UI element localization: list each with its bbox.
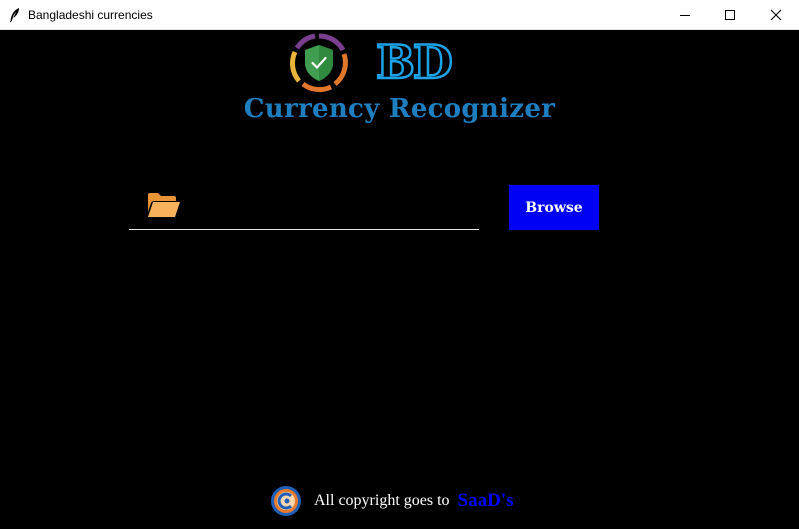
minimize-button[interactable] [662, 0, 707, 29]
bd-logo-text: BD [375, 35, 454, 89]
page-title: Currency Recognizer [243, 94, 556, 124]
author-logo-icon [271, 486, 301, 516]
main-content: BD Currency Recognizer Browse All copyri… [0, 30, 799, 529]
input-underline [129, 229, 479, 230]
window-title: Bangladeshi currencies [28, 8, 153, 22]
close-icon [770, 9, 781, 20]
author-name: SaaD's [457, 490, 514, 511]
file-path-input[interactable] [190, 190, 480, 228]
close-button[interactable] [753, 0, 798, 29]
maximize-button[interactable] [707, 0, 752, 29]
copyright-text: All copyright goes to [314, 492, 450, 509]
footer: All copyright goes to SaaD's [270, 485, 514, 517]
shield-check-icon [289, 33, 348, 93]
folder-open-icon [148, 193, 180, 217]
app-window: Bangladeshi currencies BD Currency Recog… [0, 0, 799, 529]
browse-button[interactable]: Browse [509, 185, 599, 230]
feather-icon [10, 8, 19, 23]
title-bar[interactable]: Bangladeshi currencies [0, 0, 799, 30]
minimize-icon [679, 14, 690, 16]
maximize-icon [724, 9, 735, 20]
